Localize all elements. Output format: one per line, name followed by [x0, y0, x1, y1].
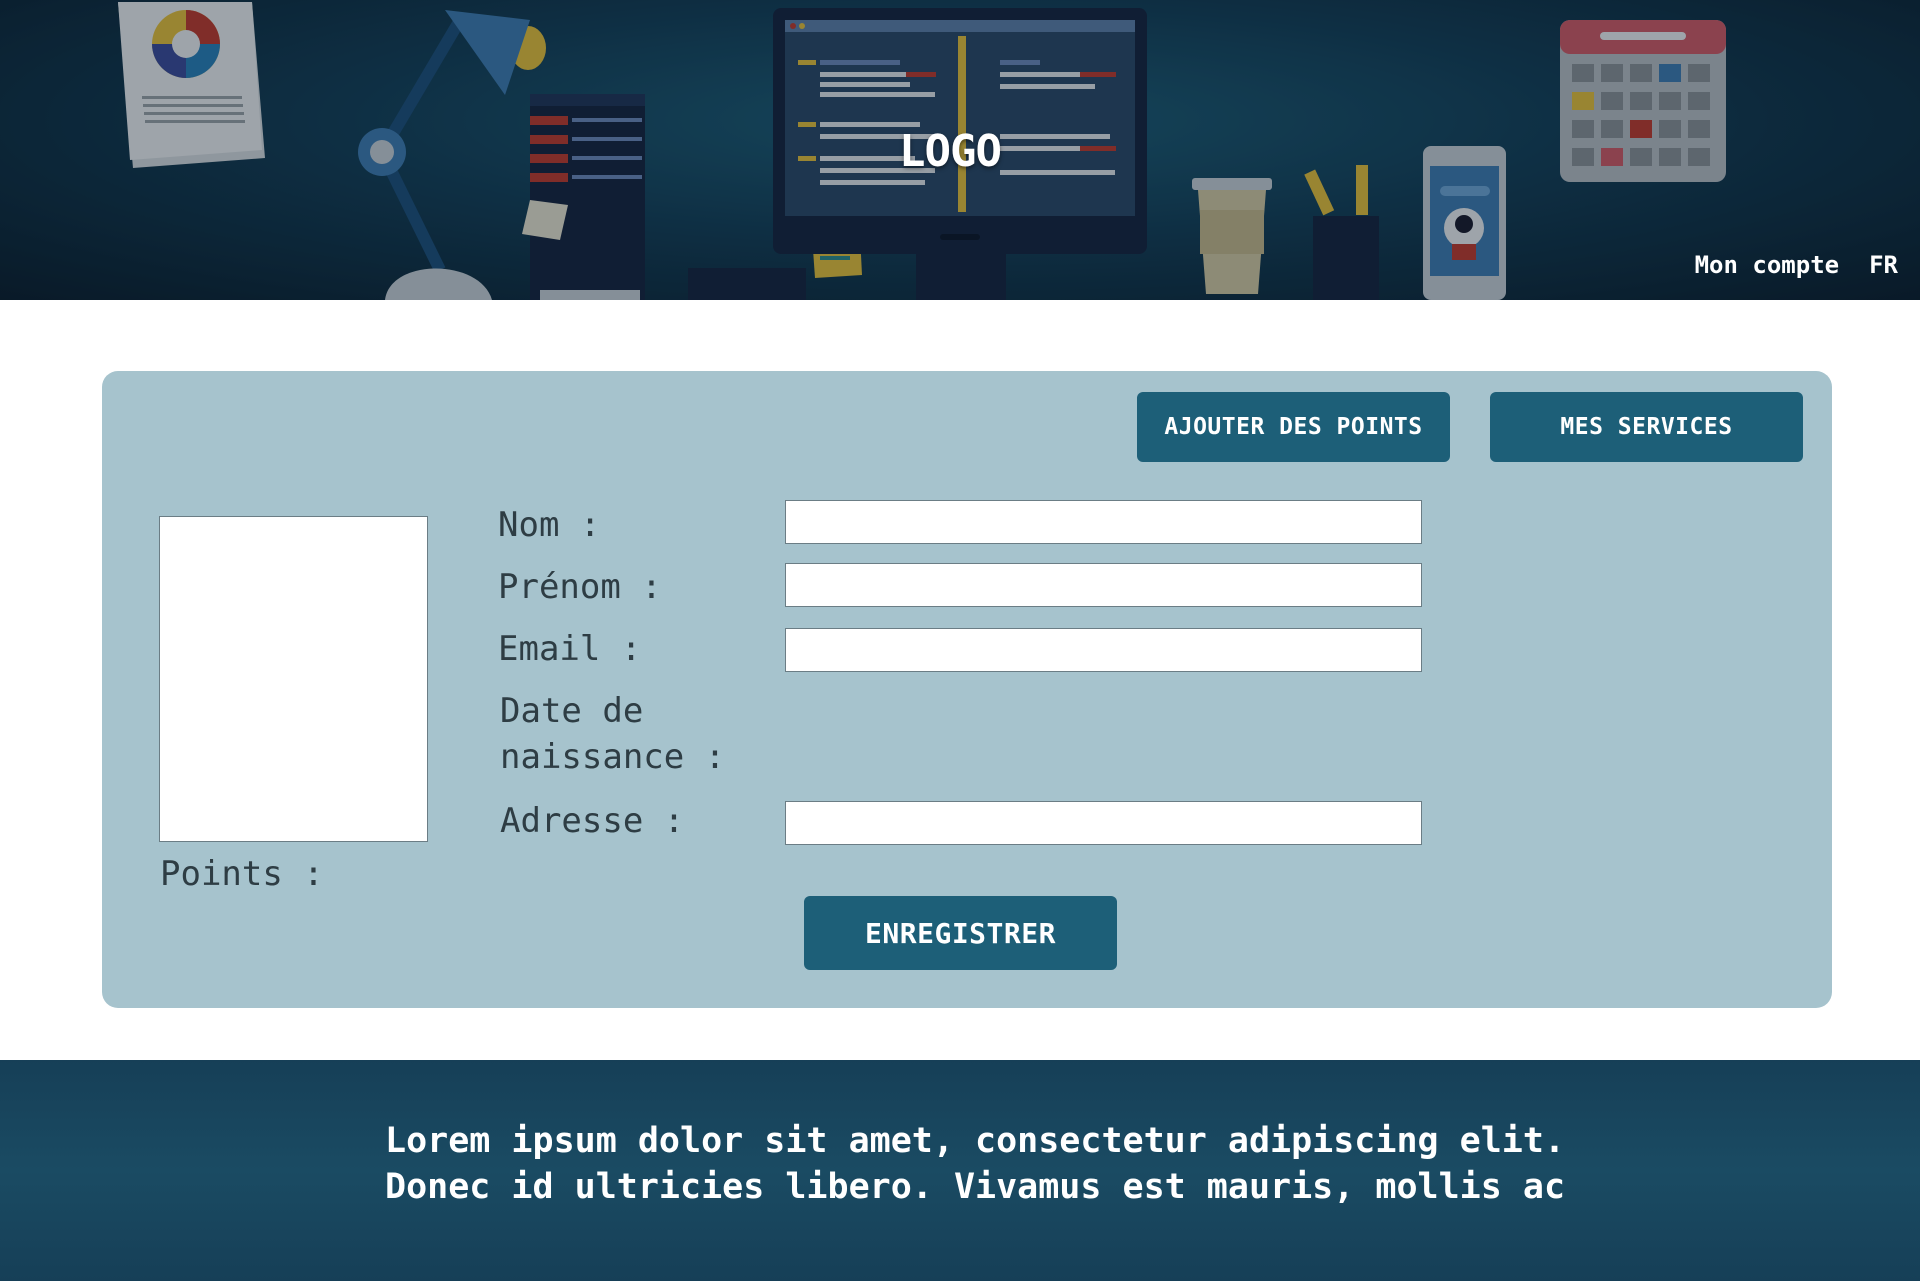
top-navigation: Mon compte FR: [1695, 248, 1898, 282]
adresse-input[interactable]: [785, 801, 1422, 845]
my-account-link[interactable]: Mon compte: [1695, 251, 1840, 279]
email-input[interactable]: [785, 628, 1422, 672]
adresse-label: Adresse :: [500, 801, 685, 841]
nom-input[interactable]: [785, 500, 1422, 544]
email-label: Email :: [498, 629, 642, 669]
header-banner: LOGO Mon compte FR: [0, 0, 1920, 300]
prenom-label: Prénom :: [498, 567, 662, 607]
birth-date-label: Date de naissance :: [500, 691, 726, 777]
save-button[interactable]: ENREGISTRER: [804, 896, 1117, 970]
language-selector[interactable]: FR: [1869, 251, 1898, 279]
nom-label: Nom :: [498, 505, 601, 545]
points-label: Points :: [160, 854, 324, 894]
footer-text: Lorem ipsum dolor sit amet, consectetur …: [385, 1121, 1566, 1207]
profile-photo-placeholder[interactable]: [159, 516, 428, 842]
profile-card: AJOUTER DES POINTS MES SERVICES Points :…: [102, 371, 1832, 1008]
prenom-input[interactable]: [785, 563, 1422, 607]
footer: Lorem ipsum dolor sit amet, consectetur …: [0, 1060, 1920, 1281]
site-logo[interactable]: LOGO: [895, 124, 1005, 180]
my-services-button[interactable]: MES SERVICES: [1490, 392, 1803, 462]
add-points-button[interactable]: AJOUTER DES POINTS: [1137, 392, 1450, 462]
